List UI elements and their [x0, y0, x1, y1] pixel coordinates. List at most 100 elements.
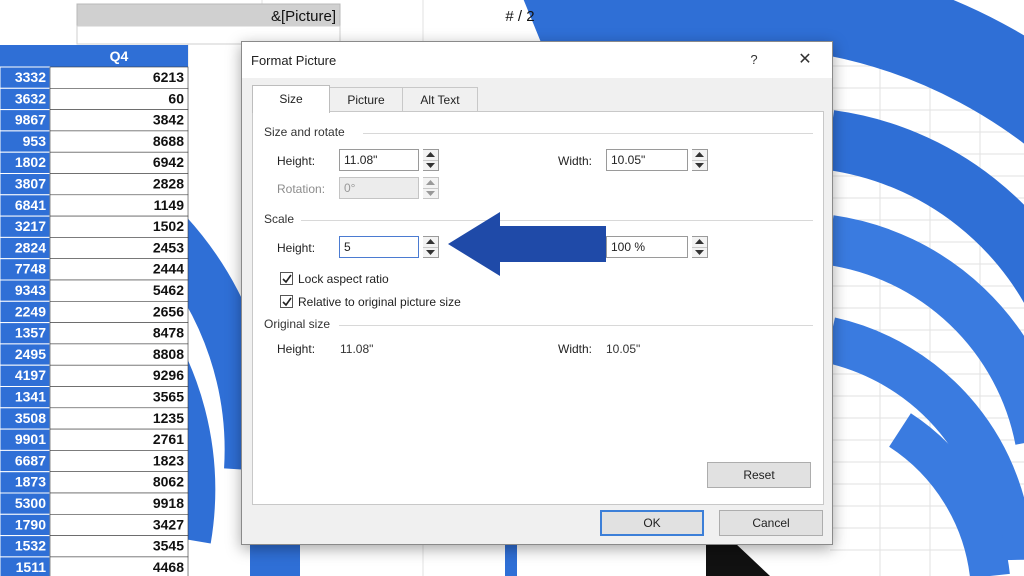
cell-value: 6942 [153, 154, 184, 170]
close-button[interactable]: ✕ [792, 48, 818, 72]
rotation-spinner [423, 177, 439, 199]
lock-aspect-checkbox[interactable] [280, 272, 293, 285]
cell-value: 4468 [153, 559, 184, 575]
cell-value: 1502 [153, 218, 184, 234]
cell-value: 2656 [153, 303, 184, 319]
relative-size-label[interactable]: Relative to original picture size [298, 295, 461, 309]
section-divider [339, 325, 813, 326]
cell-value: 1149 [154, 197, 185, 213]
cell-value: 2761 [153, 431, 184, 447]
lock-aspect-label[interactable]: Lock aspect ratio [298, 272, 389, 286]
help-button[interactable]: ? [742, 48, 766, 72]
original-size-section-label: Original size [264, 317, 331, 331]
cell-value: 3332 [15, 69, 46, 85]
cell-value: 5300 [15, 495, 46, 511]
spin-up-icon[interactable] [423, 237, 438, 247]
cell-value: 9918 [153, 495, 184, 511]
cell-value: 2828 [153, 176, 184, 192]
ok-button[interactable]: OK [600, 510, 704, 536]
spin-up-icon[interactable] [692, 237, 707, 247]
width-input[interactable]: 10.05" [606, 149, 688, 171]
cell-value: 1532 [15, 538, 46, 554]
scale-height-spinner[interactable] [423, 236, 439, 258]
scale-width-spinner[interactable] [692, 236, 708, 258]
cell-value: 9901 [15, 431, 46, 447]
cell-value: 1341 [15, 389, 46, 405]
cell-value: 3807 [15, 176, 46, 192]
width-spinner[interactable] [692, 149, 708, 171]
cell-value: 6213 [153, 69, 184, 85]
checkmark-icon [282, 297, 292, 307]
cell-value: 8062 [153, 474, 184, 490]
spin-down-icon[interactable] [692, 160, 707, 171]
size-tab-panel: Size and rotate Height: 11.08" Width: 10… [252, 111, 824, 505]
cell-value: 2495 [15, 346, 46, 362]
cell-value: 1802 [15, 154, 46, 170]
size-rotate-section-label: Size and rotate [264, 125, 345, 139]
format-picture-dialog: Format Picture ? ✕ Size Picture Alt Text… [241, 41, 833, 545]
cell-value: 3632 [15, 90, 46, 106]
cell-value: 6687 [15, 452, 46, 468]
cell-value: 2453 [153, 239, 184, 255]
spin-down-icon[interactable] [423, 247, 438, 258]
cell-value: 3565 [153, 389, 184, 405]
header-cell-text: &[Picture] [271, 8, 336, 25]
annotation-arrow-icon [448, 212, 606, 276]
cell-value: 953 [23, 133, 47, 149]
spin-up-icon[interactable] [423, 150, 438, 160]
cell-value: 6841 [15, 197, 46, 213]
cell-value: 7748 [15, 261, 46, 277]
height-input[interactable]: 11.08" [339, 149, 419, 171]
height-label: Height: [277, 154, 316, 168]
cell-value: 1823 [153, 452, 184, 468]
scale-width-input[interactable]: 100 % [606, 236, 688, 258]
cell-value: 9296 [153, 367, 184, 383]
cell-value: 1873 [15, 474, 46, 490]
cell-value: 2249 [15, 303, 46, 319]
q4-header: Q4 [110, 48, 129, 64]
cell-value: 8688 [153, 133, 184, 149]
scale-section-label: Scale [264, 212, 295, 226]
cell-value: 3508 [15, 410, 46, 426]
page-number-text: # / 2 [505, 8, 534, 25]
original-width-value: 10.05" [606, 342, 641, 356]
tab-size[interactable]: Size [252, 85, 330, 113]
cancel-button[interactable]: Cancel [719, 510, 823, 536]
scale-height-label: Height: [277, 241, 316, 255]
relative-size-checkbox[interactable] [280, 295, 293, 308]
cell[interactable] [49, 88, 189, 110]
dialog-titlebar: Format Picture ? ✕ [242, 42, 832, 78]
spin-down-icon[interactable] [692, 247, 707, 258]
scale-height-input[interactable]: 5 [339, 236, 419, 258]
original-width-label: Width: [558, 342, 593, 356]
cell-value: 3842 [153, 112, 184, 128]
original-height-value: 11.08" [340, 342, 374, 356]
reset-button[interactable]: Reset [707, 462, 811, 488]
spin-down-icon[interactable] [423, 160, 438, 171]
cell-value: 1511 [16, 559, 47, 575]
tab-picture[interactable]: Picture [328, 87, 404, 112]
cell-value: 60 [168, 90, 184, 106]
tab-alt-text[interactable]: Alt Text [402, 87, 478, 112]
width-label: Width: [558, 154, 593, 168]
cell-value: 8478 [153, 325, 184, 341]
cell-value: 2444 [153, 261, 184, 277]
cell-value: 8808 [153, 346, 184, 362]
cell-value: 1357 [15, 325, 46, 341]
section-divider [363, 133, 813, 134]
checkmark-icon [282, 274, 292, 284]
original-height-label: Height: [277, 342, 316, 356]
cell-value: 3217 [15, 218, 46, 234]
cell-value: 4197 [15, 367, 46, 383]
height-spinner[interactable] [423, 149, 439, 171]
spin-up-icon[interactable] [692, 150, 707, 160]
rotation-input: 0° [339, 177, 419, 199]
cell-value: 3545 [153, 538, 184, 554]
cell-value: 9867 [15, 112, 46, 128]
cell-value: 1790 [15, 516, 46, 532]
spin-up-icon [423, 178, 438, 188]
cell-value: 9343 [15, 282, 46, 298]
cell-value: 1235 [153, 410, 184, 426]
cell-value: 2824 [15, 239, 46, 255]
rotation-label: Rotation: [277, 182, 326, 196]
